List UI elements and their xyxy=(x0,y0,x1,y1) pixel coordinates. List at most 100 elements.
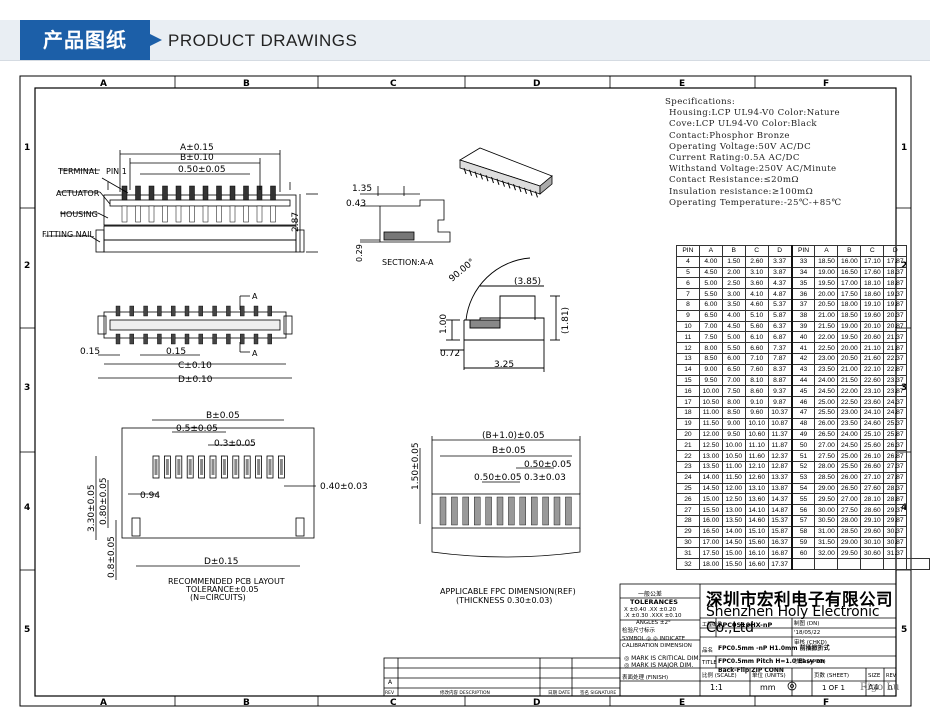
tb-mark-1: ◎ MARK IS CRITICAL DIM. xyxy=(624,655,701,662)
table-cell: 19 xyxy=(676,417,700,430)
dim-p080: 0.80±0.05 xyxy=(99,477,109,525)
spec-line: Contact Resistance:≤20mΩ xyxy=(669,175,799,186)
spec-line: Cove:LCP UL94-V0 Color:Black xyxy=(669,119,818,130)
table-cell: 38 xyxy=(790,309,816,322)
table-cell: 20.60 xyxy=(860,331,885,344)
bottom-pin xyxy=(184,333,190,345)
table-cell: 23 xyxy=(676,460,700,473)
table-cell: 2.60 xyxy=(744,255,769,268)
bottom-pin xyxy=(226,305,231,317)
table-cell xyxy=(814,558,839,570)
table-cell: 16.00 xyxy=(698,514,723,527)
table-cell: 42 xyxy=(790,352,816,365)
bottom-pin xyxy=(129,305,135,317)
table-cell: 14.50 xyxy=(721,536,746,549)
grid-row-label: 1 xyxy=(901,143,907,153)
table-cell: 15.00 xyxy=(698,493,723,506)
table-cell: 10.00 xyxy=(721,439,746,452)
tb-fin-label: 表面处理 (FINISH) xyxy=(622,673,668,681)
table-cell: 23.50 xyxy=(814,363,839,376)
table-cell: 32 xyxy=(676,558,700,570)
table-header-cell: D xyxy=(767,245,793,257)
bottom-pin xyxy=(143,333,148,345)
table-cell: 4.87 xyxy=(767,288,793,300)
table-cell: 24.37 xyxy=(883,396,908,408)
fpc-finger xyxy=(485,496,492,526)
table-cell: 55 xyxy=(790,493,816,506)
pcb-pad-fill xyxy=(268,459,272,475)
table-cell: 54 xyxy=(790,482,816,495)
tb-tol-title: 一般公差 xyxy=(638,590,662,598)
table-cell: 25.37 xyxy=(883,417,908,430)
dim-100: 1.00 xyxy=(439,314,449,334)
table-cell: 22.10 xyxy=(860,363,885,376)
dimension-table: PIN A B C D PIN A B C D 4 4.00 1.50 2.60 3.37 33 18.50 1… xyxy=(676,245,930,570)
table-row: 27 15.50 13.00 14.10 14.87 56 30.00 27.50 28.60 2… xyxy=(676,504,930,516)
table-cell: 9.37 xyxy=(767,385,793,398)
table-cell: 18.60 xyxy=(860,288,885,300)
table-cell: 21.00 xyxy=(837,363,862,376)
table-cell: 11 xyxy=(676,331,700,344)
table-cell: 16.10 xyxy=(744,547,769,560)
table-cell: 27.00 xyxy=(837,493,862,506)
table-cell: 5.60 xyxy=(744,320,769,333)
bottom-pin xyxy=(115,305,121,317)
table-cell: 18.50 xyxy=(837,309,862,322)
grid-row-label: 3 xyxy=(24,383,30,393)
table-row: 32 18.00 15.50 16.60 17.37 xyxy=(676,558,930,570)
table-cell: 30.87 xyxy=(883,536,908,549)
table-cell: 44 xyxy=(790,374,816,387)
bottom-pin xyxy=(143,305,148,317)
table-cell: 7.37 xyxy=(767,342,793,354)
table-cell: 8.10 xyxy=(744,374,769,387)
table-cell: 7.87 xyxy=(767,352,793,365)
specifications: Specifications: Housing:LCP UL94-V0 Colo… xyxy=(665,97,842,209)
table-cell: 53 xyxy=(790,471,816,484)
dim-fb: B±0.05 xyxy=(492,446,526,456)
table-cell: 30.37 xyxy=(883,525,908,538)
table-cell: 26.60 xyxy=(860,460,885,473)
dim-pb005: B±0.05 xyxy=(206,411,240,421)
spec-line: Contact:Phosphor Bronze xyxy=(669,130,790,141)
tb-sheet-label: 页数 (SHEET) xyxy=(814,671,849,679)
dim-181: (1.81) xyxy=(561,307,571,334)
table-cell: 20 xyxy=(676,428,700,441)
connector-3d-sketch xyxy=(459,147,553,198)
table-cell: 15.37 xyxy=(767,514,793,527)
table-cell: 24.50 xyxy=(837,439,862,452)
label-pin1: PIN 1 xyxy=(106,167,127,176)
table-cell: 28.00 xyxy=(814,460,839,473)
table-cell: 2.50 xyxy=(721,277,746,290)
table-cell xyxy=(837,558,862,570)
table-row: 31 17.50 15.00 16.10 16.87 60 32.00 29.50 30.60 3… xyxy=(676,547,930,560)
terminal-pin xyxy=(256,185,263,201)
table-cell: 22.87 xyxy=(883,363,908,376)
table-cell: 8.50 xyxy=(721,406,746,419)
rev-hdr-3: 日期 DATE xyxy=(548,690,570,696)
table-cell: 25.50 xyxy=(814,406,839,419)
table-cell: 1.50 xyxy=(721,255,746,268)
dim-d010: D±0.10 xyxy=(178,375,213,385)
section-mark-bottom: A xyxy=(252,349,258,358)
table-cell: 14.00 xyxy=(698,471,723,484)
approver-signature: Rigo Lu xyxy=(860,682,900,693)
terminal-pin xyxy=(162,185,168,201)
bottom-pin xyxy=(267,305,272,317)
table-cell: 49 xyxy=(790,428,816,441)
table-cell: 6 xyxy=(676,277,700,290)
table-cell: 23.37 xyxy=(883,374,908,387)
table-cell: 11.87 xyxy=(767,439,793,452)
dim-029: 0.29 xyxy=(355,244,364,262)
table-cell: 43 xyxy=(790,363,816,376)
table-cell: 36 xyxy=(790,288,816,300)
table-row: 23 13.50 11.00 12.10 12.87 52 28.00 25.50 26.60 2… xyxy=(676,460,930,473)
table-header-cell: B xyxy=(721,245,746,257)
terminal-slot xyxy=(148,205,155,223)
label-terminal: TERMINAL xyxy=(57,167,99,176)
pcb-pad-fill xyxy=(188,459,192,475)
table-cell: 12.00 xyxy=(698,428,723,441)
table-cell: 15.87 xyxy=(767,525,793,538)
bottom-pin xyxy=(253,305,259,317)
table-cell: 26 xyxy=(676,493,700,506)
table-cell: 20.00 xyxy=(837,342,862,354)
